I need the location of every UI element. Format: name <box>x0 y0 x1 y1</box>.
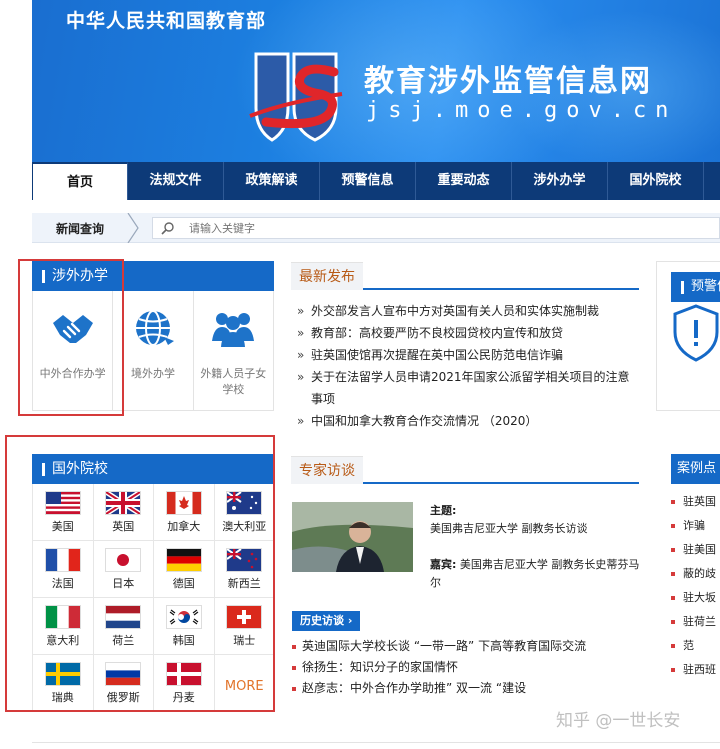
latest-news-list: 外交部发言人宣布中方对英国有关人员和实体实施制裁 教育部：高校要严防不良校园贷校… <box>297 300 639 432</box>
news-item[interactable]: 外交部发言人宣布中方对英国有关人员和实体实施制裁 <box>297 300 639 322</box>
group-icon <box>212 313 255 347</box>
search-icon[interactable] <box>161 221 175 235</box>
nav-policy[interactable]: 政策解读 <box>224 162 320 200</box>
case-panel: 案例点 驻英国 诈骗 驻美国 蔽的歧 驻大坂 驻荷兰 范 驻西班 <box>671 454 720 704</box>
case-item[interactable]: 驻西班 <box>671 658 720 682</box>
history-item[interactable]: 赵彦志：中外合作办学助推” 双一流 “建设 <box>292 678 640 699</box>
guest-key: 嘉宾: <box>430 558 457 571</box>
nav-foreign-schools[interactable]: 涉外办学 <box>512 162 608 200</box>
ministry-name[interactable]: 中华人民共和国教育部 <box>66 6 266 33</box>
news-item[interactable]: 关于在法留学人员申请2021年国家公派留学相关项目的注意事项 <box>297 366 639 410</box>
warning-panel: 预警信 <box>656 261 720 411</box>
chevron-right-icon <box>127 213 139 243</box>
news-item[interactable]: 驻英国使馆再次提醒在英中国公民防范电信诈骗 <box>297 344 639 366</box>
warning-panel-title[interactable]: 预警信 <box>671 272 720 302</box>
case-item[interactable]: 驻荷兰 <box>671 610 720 634</box>
case-item[interactable]: 驻英国 <box>671 490 720 514</box>
globe-icon <box>135 310 174 346</box>
interview-guest: 美国弗吉尼亚大学 副教务长史蒂芬马尔 <box>430 558 640 589</box>
expert-photo[interactable] <box>292 502 413 572</box>
coop-item-expat-schools[interactable]: 外籍人员子女学校 <box>194 291 273 410</box>
nav-home[interactable]: 首页 <box>32 162 128 200</box>
nav-regulations[interactable]: 法规文件 <box>128 162 224 200</box>
site-logo-icon <box>249 52 343 142</box>
annotation-box <box>18 259 124 416</box>
search-box <box>152 217 720 239</box>
history-interviews-button[interactable]: 历史访谈 › <box>292 611 361 631</box>
expert-interview-header: 专家访谈 <box>291 456 639 484</box>
case-panel-title[interactable]: 案例点 <box>671 454 720 484</box>
site-domain: jsj.moe.gov.cn <box>366 98 678 123</box>
expert-info: 主题: 美国弗吉尼亚大学 副教务长访谈 嘉宾: 美国弗吉尼亚大学 副教务长史蒂芬… <box>430 502 640 592</box>
main-nav: 首页 法规文件 政策解读 预警信息 重要动态 涉外办学 国外院校 <box>32 162 720 200</box>
zhihu-watermark: 知乎 @一世长安 <box>556 711 681 731</box>
nav-overseas[interactable]: 国外院校 <box>608 162 704 200</box>
latest-news-title[interactable]: 最新发布 <box>291 262 363 290</box>
divider <box>32 742 720 743</box>
news-item[interactable]: 教育部：高校要严防不良校园贷校内宣传和放贷 <box>297 322 639 344</box>
news-search-bar: 新闻查询 <box>32 213 720 243</box>
site-title: 教育涉外监管信息网 <box>364 64 652 99</box>
shield-icon[interactable] <box>671 302 720 362</box>
case-list: 驻英国 诈骗 驻美国 蔽的歧 驻大坂 驻荷兰 范 驻西班 <box>671 484 720 682</box>
nav-warnings[interactable]: 预警信息 <box>320 162 416 200</box>
case-item[interactable]: 范 <box>671 634 720 658</box>
history-interviews-list: 英迪国际大学校长谈 “一带一路” 下高等教育国际交流 徐扬生：知识分子的家国情怀… <box>292 636 640 699</box>
latest-news-header: 最新发布 <box>291 262 639 290</box>
search-input[interactable] <box>189 219 709 237</box>
site-banner: 中华人民共和国教育部 教育涉外监管信息网 jsj.moe.gov.cn <box>32 0 720 162</box>
coop-item-label: 外籍人员子女学校 <box>200 367 267 396</box>
interview-topic[interactable]: 美国弗吉尼亚大学 副教务长访谈 <box>430 520 640 538</box>
expert-interview-title[interactable]: 专家访谈 <box>291 456 363 484</box>
coop-item-overseas[interactable]: 境外办学 <box>113 291 194 410</box>
news-item[interactable]: 中国和加拿大教育合作交流情况 （2020） <box>297 410 639 432</box>
nav-news[interactable]: 重要动态 <box>416 162 512 200</box>
news-search-label: 新闻查询 <box>56 222 105 236</box>
case-item[interactable]: 驻大坂 <box>671 586 720 610</box>
annotation-box <box>5 435 275 712</box>
case-item[interactable]: 驻美国 <box>671 538 720 562</box>
case-item[interactable]: 蔽的歧 <box>671 562 720 586</box>
topic-key: 主题: <box>430 504 457 517</box>
case-item[interactable]: 诈骗 <box>671 514 720 538</box>
coop-item-label: 境外办学 <box>130 367 175 380</box>
history-item[interactable]: 英迪国际大学校长谈 “一带一路” 下高等教育国际交流 <box>292 636 640 657</box>
history-item[interactable]: 徐扬生：知识分子的家国情怀 <box>292 657 640 678</box>
